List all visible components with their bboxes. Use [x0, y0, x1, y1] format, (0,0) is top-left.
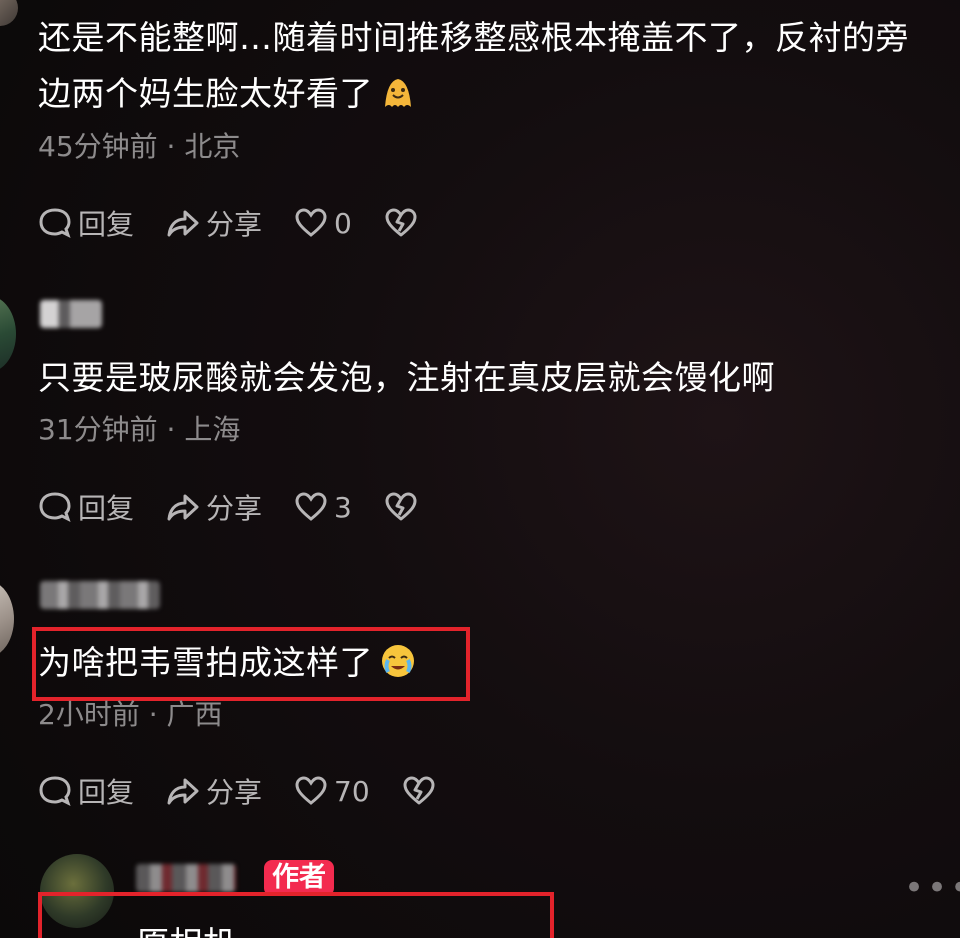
avatar[interactable] [0, 0, 18, 26]
comment-item-2: 只要是玻尿酸就会发泡，注射在真皮层就会馒化啊 31分钟前 · 上海 回复 分享 … [0, 290, 960, 550]
share-arrow-icon [167, 494, 199, 521]
heart-icon [295, 208, 327, 237]
happy-ghost-emoji-icon [385, 79, 411, 107]
broken-heart-icon [385, 208, 417, 237]
dislike-button[interactable] [402, 774, 442, 808]
dislike-button[interactable] [384, 490, 424, 524]
comment-meta: 45分钟前 · 北京 [38, 130, 241, 163]
dislike-button[interactable] [384, 206, 424, 240]
reply-label: 回复 [78, 776, 135, 809]
broken-heart-icon [403, 776, 435, 805]
reply-button[interactable]: 回复 [38, 771, 134, 811]
comment-text: 原相机 [136, 916, 237, 938]
like-button[interactable]: 0 [294, 206, 352, 240]
heart-icon [295, 492, 327, 521]
comment-meta: 31分钟前 · 上海 [38, 413, 241, 446]
username-blurred[interactable] [40, 300, 102, 328]
comment-text: 为啥把韦雪拍成这样了 [38, 635, 417, 691]
heart-icon [295, 776, 327, 805]
share-arrow-icon [167, 210, 199, 237]
username-blurred[interactable] [40, 581, 160, 609]
comment-text: 只要是玻尿酸就会发泡，注射在真皮层就会馒化啊 [38, 358, 775, 397]
share-button[interactable]: 分享 [166, 487, 262, 527]
comment-bubble-icon [39, 208, 71, 238]
comment-text-line: 为啥把韦雪拍成这样了 [38, 643, 373, 682]
share-label: 分享 [206, 208, 263, 241]
reply-button[interactable]: 回复 [38, 487, 134, 527]
like-button[interactable]: 70 [294, 774, 370, 808]
reply-label: 回复 [78, 208, 135, 241]
share-arrow-icon [167, 778, 199, 805]
comment-actions: 回复 分享 70 [38, 771, 474, 811]
reply-label: 回复 [78, 492, 135, 525]
comment-text-line: 还是不能整啊…随着时间推移整感根本掩盖不了，反衬的旁 [38, 18, 909, 57]
avatar[interactable] [0, 296, 16, 372]
highlight-box [38, 892, 554, 938]
comment-bubble-icon [39, 492, 71, 522]
comment-text: 还是不能整啊…随着时间推移整感根本掩盖不了，反衬的旁 边两个妈生脸太好看了 [38, 10, 909, 122]
comment-item-3: 为啥把韦雪拍成这样了 2小时前 · 广西 回复 分享 70 [0, 575, 960, 835]
ellipsis-icon[interactable]: ••• [904, 868, 960, 908]
reply-button[interactable]: 回复 [38, 203, 134, 243]
broken-heart-icon [385, 492, 417, 521]
share-button[interactable]: 分享 [166, 203, 262, 243]
like-count: 0 [334, 206, 352, 240]
like-count: 70 [334, 774, 370, 808]
share-label: 分享 [206, 776, 263, 809]
comment-actions: 回复 分享 3 [38, 487, 456, 527]
comment-actions: 回复 分享 0 [38, 203, 456, 243]
comment-meta: 2小时前 · 广西 [38, 698, 223, 731]
like-button[interactable]: 3 [294, 490, 352, 524]
comment-item-4: 作者 ••• 原相机 [0, 850, 960, 938]
author-badge: 作者 [264, 860, 334, 896]
username-blurred[interactable] [136, 864, 236, 892]
comment-bubble-icon [39, 776, 71, 806]
share-button[interactable]: 分享 [166, 771, 262, 811]
comment-item-1: 还是不能整啊…随着时间推移整感根本掩盖不了，反衬的旁 边两个妈生脸太好看了 45… [0, 0, 960, 270]
comment-text-line: 边两个妈生脸太好看了 [38, 74, 373, 113]
avatar[interactable] [0, 581, 14, 657]
share-label: 分享 [206, 492, 263, 525]
crying-face-emoji-icon [382, 645, 414, 677]
like-count: 3 [334, 490, 352, 524]
